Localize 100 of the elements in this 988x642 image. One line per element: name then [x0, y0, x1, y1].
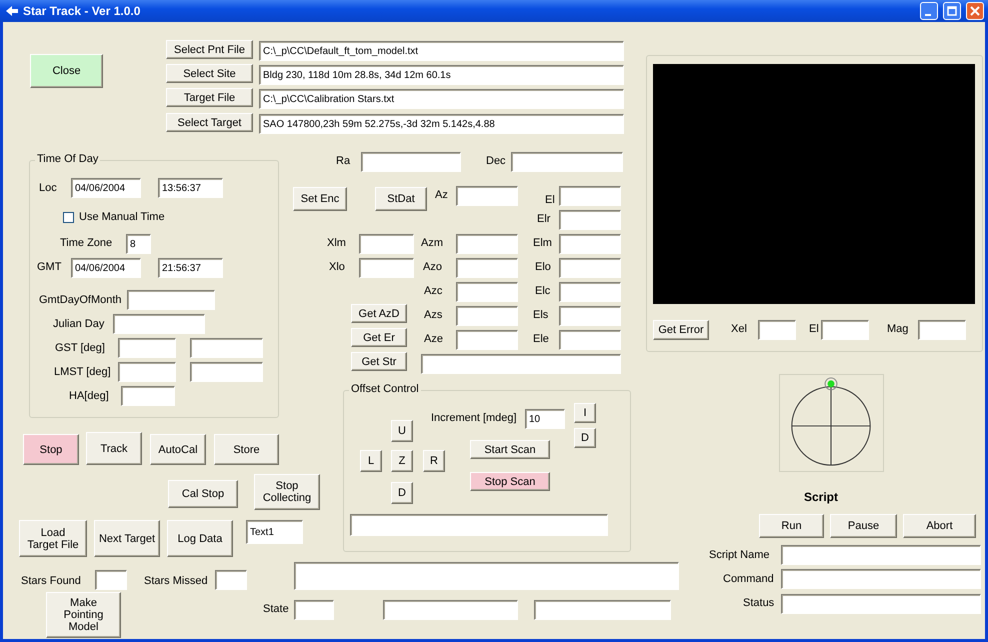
input-field[interactable] [534, 600, 671, 620]
input-field[interactable]: C:\_p\CC\Default_ft_tom_model.txt [259, 41, 624, 61]
action-button[interactable]: Load Target File [19, 520, 87, 557]
action-button[interactable]: I [574, 403, 596, 423]
action-button[interactable]: Close [30, 54, 103, 88]
field-label: Aze [424, 333, 443, 345]
input-field[interactable] [456, 282, 518, 302]
field-label: Time Zone [60, 237, 112, 249]
action-button[interactable]: Abort [903, 514, 976, 538]
maximize-icon [947, 6, 957, 16]
checkbox[interactable]: Use Manual Time [63, 208, 183, 226]
input-field[interactable] [456, 330, 518, 350]
input-field[interactable] [215, 570, 247, 590]
input-field[interactable] [456, 234, 518, 254]
field-label: Elm [533, 237, 552, 249]
action-button[interactable]: Stop [23, 434, 79, 465]
input-field[interactable] [781, 594, 981, 614]
close-icon [970, 6, 980, 16]
action-button[interactable]: Z [391, 450, 413, 472]
input-field[interactable] [511, 152, 623, 172]
close-button[interactable] [966, 2, 984, 20]
action-button[interactable]: Get Error [653, 320, 709, 340]
action-button[interactable]: R [423, 450, 445, 472]
input-field[interactable] [118, 338, 176, 358]
input-field[interactable] [190, 362, 263, 382]
action-button[interactable]: Store [214, 434, 279, 465]
input-field[interactable]: SAO 147800,23h 59m 52.275s,-3d 32m 5.142s,4.88 [259, 114, 624, 134]
field-label: LMST [deg] [54, 366, 111, 378]
checkbox-box[interactable] [63, 212, 74, 222]
action-button[interactable]: D [391, 482, 413, 504]
input-field[interactable] [559, 306, 621, 326]
input-field[interactable] [359, 234, 414, 254]
input-field[interactable]: 8 [126, 234, 151, 254]
field-label: Ele [533, 333, 549, 345]
input-field[interactable]: Text1 [246, 520, 303, 544]
action-button[interactable]: D [574, 428, 596, 448]
action-button[interactable]: Get Er [351, 328, 407, 347]
input-field[interactable] [421, 354, 621, 374]
input-field[interactable] [127, 290, 215, 310]
section-heading: Script [804, 490, 838, 504]
input-field[interactable] [95, 570, 127, 590]
input-field[interactable] [190, 338, 263, 358]
minimize-button[interactable] [920, 2, 938, 20]
input-field[interactable] [456, 306, 518, 326]
action-button[interactable]: Get Str [351, 352, 407, 371]
input-field[interactable]: 13:56:37 [158, 178, 223, 198]
action-button[interactable]: U [391, 420, 413, 442]
action-button[interactable]: Log Data [167, 520, 233, 557]
input-field[interactable]: 21:56:37 [158, 258, 223, 278]
input-field[interactable] [781, 569, 981, 589]
input-field[interactable] [918, 320, 966, 340]
action-button[interactable]: Get AzD [351, 304, 407, 323]
input-field[interactable] [294, 562, 679, 590]
action-button[interactable]: Run [759, 514, 824, 538]
app-icon [6, 6, 18, 16]
action-button[interactable]: Select Site [166, 64, 253, 83]
input-field[interactable] [350, 514, 608, 536]
input-field[interactable] [559, 282, 621, 302]
action-button[interactable]: Select Target [166, 113, 253, 132]
maximize-button[interactable] [943, 2, 961, 20]
action-button[interactable]: Make Pointing Model [46, 592, 121, 638]
action-button[interactable]: Start Scan [470, 440, 550, 459]
input-field[interactable] [559, 186, 621, 206]
input-field[interactable] [361, 152, 461, 172]
field-label: El [545, 194, 555, 206]
action-button[interactable]: Target File [166, 88, 253, 107]
input-field[interactable] [118, 362, 176, 382]
action-button[interactable]: Track [86, 432, 142, 465]
action-button[interactable]: Next Target [94, 520, 160, 557]
input-field[interactable] [781, 545, 981, 565]
action-button[interactable]: StDat [375, 187, 427, 211]
field-label: Julian Day [53, 318, 104, 330]
input-field[interactable] [559, 210, 621, 230]
input-field[interactable]: Bldg 230, 118d 10m 28.8s, 34d 12m 60.1s [259, 65, 624, 85]
input-field[interactable]: 04/06/2004 [71, 258, 141, 278]
input-field[interactable] [456, 258, 518, 278]
input-field[interactable]: C:\_p\CC\Calibration Stars.txt [259, 89, 624, 109]
input-field[interactable] [113, 314, 205, 334]
action-button[interactable]: Set Enc [293, 187, 347, 211]
group-title: Offset Control [349, 383, 421, 395]
input-field[interactable] [121, 386, 175, 406]
input-field[interactable] [821, 320, 869, 340]
input-field[interactable] [359, 258, 414, 278]
action-button[interactable]: Stop Scan [470, 472, 550, 491]
field-label: El [809, 323, 819, 335]
action-button[interactable]: Select Pnt File [166, 40, 253, 59]
action-button[interactable]: Pause [830, 514, 897, 538]
input-field[interactable] [559, 258, 621, 278]
input-field[interactable] [559, 234, 621, 254]
input-field[interactable] [383, 600, 518, 620]
action-button[interactable]: L [360, 450, 382, 472]
input-field[interactable] [758, 320, 796, 340]
action-button[interactable]: Stop Collecting [254, 474, 320, 510]
input-field[interactable]: 04/06/2004 [71, 178, 141, 198]
action-button[interactable]: AutoCal [150, 434, 206, 465]
input-field[interactable] [559, 330, 621, 350]
action-button[interactable]: Cal Stop [168, 480, 238, 508]
input-field[interactable] [294, 600, 334, 620]
input-field[interactable]: 10 [525, 409, 565, 429]
input-field[interactable] [456, 186, 518, 206]
